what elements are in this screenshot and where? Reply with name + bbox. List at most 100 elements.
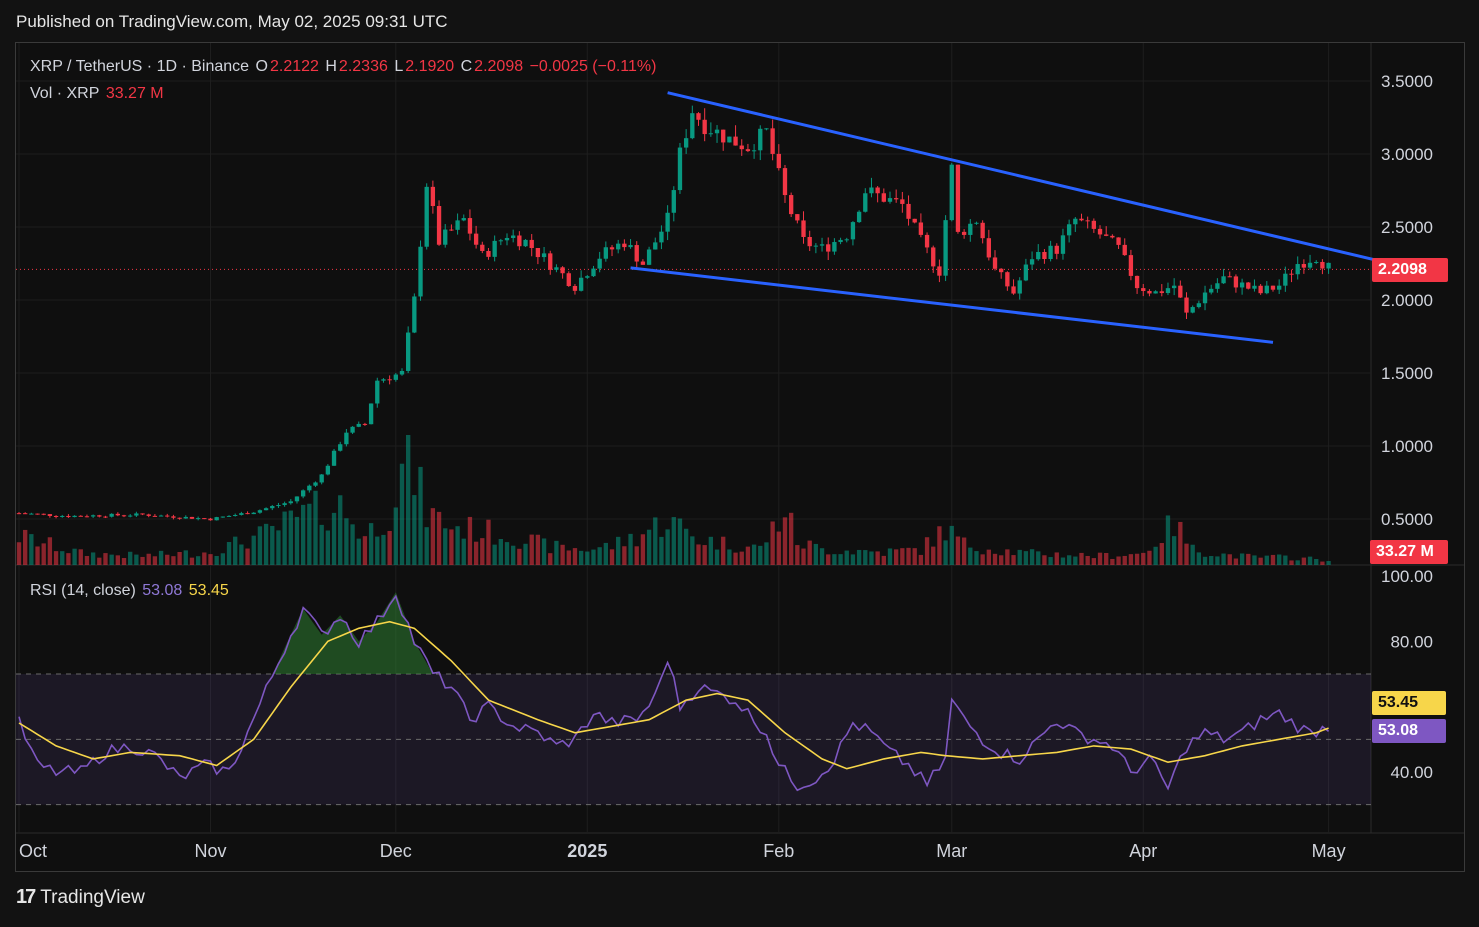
candle-body bbox=[776, 153, 781, 169]
candle-body bbox=[375, 380, 380, 404]
candle-body bbox=[220, 516, 226, 518]
volume-bar bbox=[158, 550, 164, 565]
volume-bar bbox=[850, 554, 856, 565]
open-value: 2.2122 bbox=[269, 58, 319, 75]
candle-body bbox=[449, 229, 454, 231]
candle-body bbox=[955, 164, 961, 232]
volume-bar bbox=[751, 544, 757, 565]
candle-body bbox=[541, 253, 547, 258]
candle-body bbox=[16, 513, 22, 515]
volume-bar bbox=[23, 529, 28, 565]
volume-bar bbox=[560, 544, 565, 565]
candle-body bbox=[1036, 251, 1041, 260]
volume-bar bbox=[103, 553, 108, 565]
candle-body bbox=[918, 222, 924, 235]
volume-label[interactable]: Vol · XRP bbox=[30, 85, 99, 102]
candle-body bbox=[331, 450, 337, 466]
candle-body bbox=[974, 222, 979, 224]
volume-bar bbox=[375, 536, 380, 565]
chart-frame[interactable]: 3.5000 3.0000 2.5000 2.0000 1.5000 1.0000 0.50… bbox=[15, 42, 1465, 872]
candle-body bbox=[171, 516, 176, 518]
candle-body bbox=[585, 276, 590, 278]
candle-body bbox=[177, 517, 182, 519]
candle-body bbox=[1060, 235, 1066, 254]
rsi-tick-label: 80.00 bbox=[1390, 632, 1433, 651]
candle-body bbox=[1122, 244, 1127, 256]
volume-bar bbox=[1184, 543, 1189, 565]
volume-bar bbox=[585, 551, 590, 565]
rsi-ma-tag: 53.45 bbox=[1372, 691, 1446, 715]
candle-body bbox=[597, 258, 602, 269]
candle-body bbox=[628, 245, 633, 248]
candle-body bbox=[29, 513, 34, 515]
volume-bar bbox=[319, 524, 324, 565]
last-volume-tag: 33.27 M bbox=[1370, 540, 1448, 564]
volume-bar bbox=[1295, 560, 1300, 565]
volume-bar bbox=[195, 556, 201, 565]
volume-bar bbox=[1320, 561, 1325, 565]
volume-bar bbox=[1054, 552, 1059, 565]
candle-body bbox=[1307, 262, 1313, 268]
symbol-label[interactable]: XRP / TetherUS · 1D · Binance bbox=[30, 58, 249, 75]
candle-body bbox=[1165, 288, 1171, 294]
candle-body bbox=[53, 515, 59, 517]
candle-body bbox=[832, 242, 837, 252]
candle-body bbox=[900, 199, 905, 204]
volume-bar bbox=[171, 556, 176, 565]
candle-body bbox=[714, 129, 720, 134]
rsi-tick-label: 100.00 bbox=[1381, 567, 1433, 586]
volume-bar bbox=[1209, 556, 1214, 565]
candle-body bbox=[418, 246, 423, 297]
candle-body bbox=[226, 515, 232, 517]
volume-bar bbox=[480, 538, 485, 565]
candle-body bbox=[1134, 275, 1140, 289]
volume-bar bbox=[1122, 555, 1127, 565]
volume-bar bbox=[745, 546, 751, 565]
chart-canvas[interactable]: 3.5000 3.0000 2.5000 2.0000 1.5000 1.0000 0.50… bbox=[16, 43, 1464, 871]
volume-bar bbox=[646, 529, 652, 565]
volume-bar bbox=[1289, 560, 1294, 565]
last-price-tag: 2.2098 bbox=[1372, 258, 1448, 282]
volume-bar bbox=[1005, 549, 1010, 565]
tradingview-footer[interactable]: 17 TradingView bbox=[16, 886, 145, 909]
candle-body bbox=[78, 515, 83, 517]
low-label: L bbox=[394, 58, 404, 75]
volume-bar bbox=[1196, 552, 1202, 565]
volume-bar bbox=[140, 556, 145, 565]
volume-bar bbox=[424, 527, 429, 565]
volume-bar bbox=[937, 526, 942, 565]
candle-body bbox=[708, 133, 714, 135]
candle-body bbox=[436, 206, 442, 245]
candle-body bbox=[659, 231, 664, 243]
candle-body bbox=[683, 138, 689, 148]
candle-body bbox=[473, 233, 479, 245]
candle-body bbox=[23, 513, 28, 515]
volume-bar bbox=[461, 538, 466, 565]
candle-body bbox=[1252, 285, 1257, 289]
volume-bar bbox=[288, 510, 293, 565]
volume-bar bbox=[430, 508, 436, 565]
rsi-label[interactable]: RSI (14, close) bbox=[30, 582, 136, 599]
volume-bar bbox=[152, 556, 158, 565]
candle-body bbox=[498, 240, 503, 242]
candle-body bbox=[103, 516, 108, 518]
volume-bar bbox=[788, 512, 794, 565]
volume-bar bbox=[449, 529, 454, 565]
volume-bar bbox=[523, 543, 528, 565]
candle-body bbox=[1227, 276, 1232, 278]
volume-bar bbox=[47, 537, 53, 565]
volume-bar bbox=[838, 554, 843, 565]
candle-body bbox=[245, 513, 250, 515]
candle-body bbox=[1295, 264, 1300, 275]
volume-bar bbox=[1017, 549, 1022, 565]
candle-body bbox=[616, 243, 621, 250]
candle-body bbox=[208, 518, 213, 521]
candle-body bbox=[863, 193, 868, 212]
candle-body bbox=[189, 516, 195, 519]
volume-bar bbox=[955, 536, 961, 565]
candle-body bbox=[819, 244, 825, 246]
rsi-value: 53.08 bbox=[142, 582, 183, 599]
time-tick-label: Oct bbox=[19, 841, 47, 861]
candle-body bbox=[492, 240, 497, 257]
candle-body bbox=[968, 223, 973, 235]
